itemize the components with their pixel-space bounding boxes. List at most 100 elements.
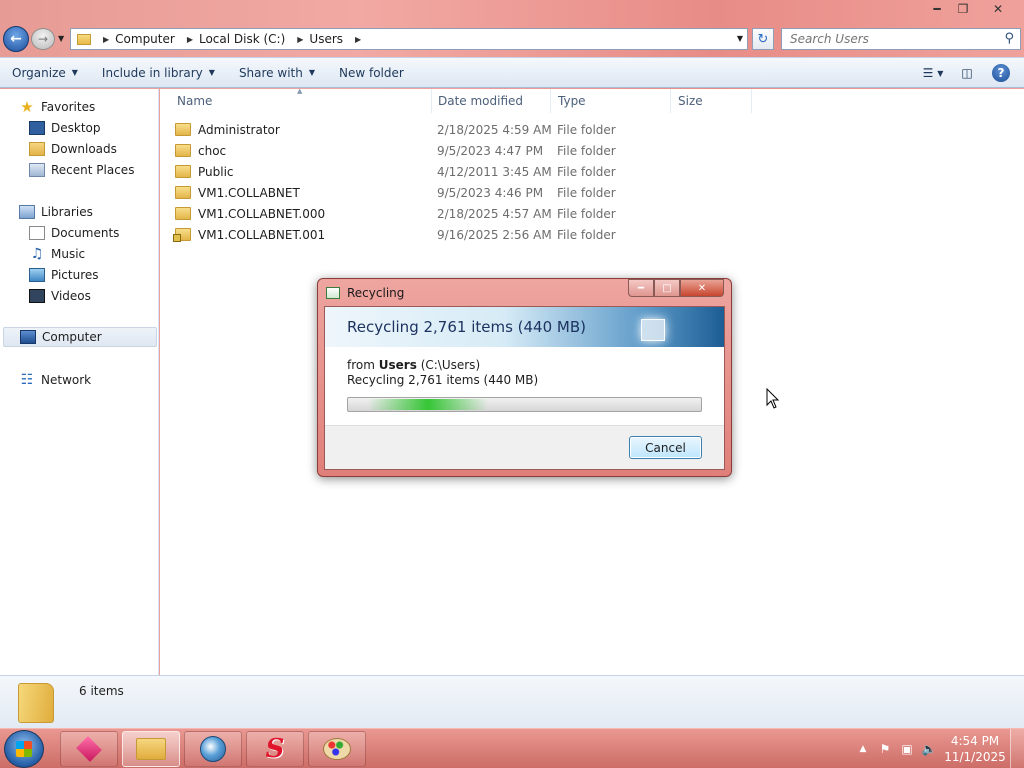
organize-menu[interactable]: Organize ▼ — [0, 58, 90, 87]
command-bar: Organize ▼ Include in library ▼ Share with… — [0, 57, 1024, 88]
music-icon: ♫ — [30, 246, 44, 262]
file-row-public[interactable]: Public 4/12/2011 3:45 AM File folder — [175, 161, 635, 182]
cube-app-icon — [76, 736, 102, 762]
folder-icon — [77, 33, 91, 45]
title-bar[interactable]: ━ ❐ ✕ — [0, 0, 1024, 22]
address-bar[interactable]: ▶ Computer ▶ Local Disk (C:) ▶ Users ▶ ▼ — [70, 28, 748, 50]
new-folder-button[interactable]: New folder — [327, 58, 416, 87]
dialog-title-bar[interactable]: Recycling — [326, 283, 404, 303]
refresh-button[interactable]: ↻ — [752, 28, 774, 50]
computer-icon — [20, 330, 36, 344]
network-icon: ☷ — [20, 372, 34, 388]
taskbar-app-explorer[interactable] — [122, 731, 180, 767]
minimize-button[interactable]: ━ — [924, 0, 950, 18]
recent-pages-dropdown[interactable]: ▼ — [58, 34, 64, 43]
breadcrumb-local-disk[interactable]: Local Disk (C:) — [199, 32, 285, 46]
start-button[interactable] — [4, 730, 44, 768]
nav-videos[interactable]: Videos — [29, 286, 91, 306]
column-header-name[interactable]: Name ▲ — [160, 87, 432, 113]
nav-pictures[interactable]: Pictures — [29, 265, 99, 285]
close-button[interactable]: ✕ — [976, 0, 1020, 18]
view-options-button[interactable]: ☰ ▼ — [922, 63, 944, 83]
folder-icon — [18, 683, 54, 723]
dialog-close-button[interactable]: ✕ — [680, 279, 724, 297]
clock-date: 11/1/2025 — [944, 750, 1006, 764]
breadcrumb-computer[interactable]: Computer — [115, 32, 175, 46]
action-center-icon[interactable]: ⚑ — [874, 742, 896, 756]
nav-computer[interactable]: Computer — [3, 327, 157, 347]
locked-folder-icon — [173, 228, 191, 242]
address-row: ← → ▼ ▶ Computer ▶ Local Disk (C:) ▶ Use… — [0, 24, 1024, 54]
taskbar-app-paint-cube[interactable] — [60, 731, 118, 767]
maximize-button[interactable]: ❐ — [950, 0, 976, 18]
forward-button[interactable]: → — [31, 28, 55, 50]
nav-libraries[interactable]: Libraries — [19, 202, 93, 222]
nav-desktop[interactable]: Desktop — [29, 118, 101, 138]
dialog-minimize-button[interactable]: ━ — [628, 279, 654, 297]
videos-icon — [29, 289, 45, 303]
cancel-button[interactable]: Cancel — [629, 436, 702, 459]
file-row-vm1-collabnet[interactable]: VM1.COLLABNET 9/5/2023 4:46 PM File folder — [175, 182, 635, 203]
details-pane: 6 items — [0, 675, 1024, 728]
chevron-right-icon[interactable]: ▶ — [187, 35, 193, 44]
dialog-footer: Cancel — [325, 425, 724, 469]
nav-documents[interactable]: Documents — [29, 223, 119, 243]
arrow-left-icon: ← — [10, 31, 22, 47]
file-row-vm1-collabnet-001[interactable]: VM1.COLLABNET.001 9/16/2025 2:56 AM File f… — [173, 224, 635, 245]
taskbar-app-browser[interactable] — [184, 731, 242, 767]
dialog-headline: Recycling 2,761 items (440 MB) — [347, 318, 586, 336]
libraries-icon — [19, 205, 35, 219]
file-row-vm1-collabnet-000[interactable]: VM1.COLLABNET.000 2/18/2025 4:57 AM File f… — [175, 203, 635, 224]
folder-icon — [175, 123, 191, 136]
include-in-library-menu[interactable]: Include in library ▼ — [90, 58, 227, 87]
star-icon: ★ — [20, 98, 34, 116]
column-header-size[interactable]: Size — [670, 89, 752, 113]
folder-icon — [175, 165, 191, 178]
column-header-date[interactable]: Date modified — [430, 89, 551, 113]
chevron-down-icon: ▼ — [71, 68, 78, 77]
nav-favorites[interactable]: ★ Favorites — [19, 97, 95, 117]
file-row-choc[interactable]: choc 9/5/2023 4:47 PM File folder — [175, 140, 635, 161]
recycling-dialog: Recycling ━ □ ✕ Recycling 2,761 items (4… — [317, 278, 732, 477]
nav-music[interactable]: ♫ Music — [29, 244, 85, 264]
folder-icon — [175, 186, 191, 199]
clock[interactable]: 4:54 PM 11/1/2025 — [940, 733, 1010, 765]
nav-network[interactable]: ☷ Network — [19, 370, 91, 390]
show-hidden-icons-button[interactable]: ▲ — [852, 744, 874, 754]
windows-logo-icon — [16, 741, 32, 757]
view-controls: ☰ ▼ ◫ ? — [910, 63, 1012, 83]
documents-icon — [29, 226, 45, 240]
nav-downloads[interactable]: Downloads — [29, 139, 117, 159]
volume-muted-icon[interactable]: 🔈 — [918, 742, 940, 756]
chevron-right-icon[interactable]: ▶ — [103, 35, 109, 44]
share-with-menu[interactable]: Share with ▼ — [227, 58, 327, 87]
chevron-down-icon: ▼ — [308, 68, 315, 77]
back-button[interactable]: ← — [3, 26, 29, 52]
chevron-down-icon: ▼ — [208, 68, 215, 77]
taskbar-app-s[interactable]: S — [246, 731, 304, 767]
dialog-source: from Users (C:\Users) — [347, 358, 481, 372]
breadcrumb-users[interactable]: Users — [309, 32, 343, 46]
taskbar-app-paint[interactable] — [308, 731, 366, 767]
progress-glow — [368, 399, 488, 410]
file-row-administrator[interactable]: Administrator 2/18/2025 4:59 AM File folde… — [175, 119, 635, 140]
nav-recent-places[interactable]: Recent Places — [29, 160, 134, 180]
sort-ascending-icon: ▲ — [297, 87, 303, 95]
search-input[interactable] — [790, 32, 990, 46]
show-desktop-button[interactable] — [1010, 729, 1024, 768]
preview-pane-button[interactable]: ◫ — [956, 63, 978, 83]
search-icon[interactable]: ⚲ — [1004, 31, 1014, 46]
dialog-maximize-button[interactable]: □ — [654, 279, 680, 297]
search-box[interactable]: ⚲ — [781, 28, 1021, 50]
address-history-dropdown[interactable]: ▼ — [737, 34, 743, 43]
help-button[interactable]: ? — [990, 63, 1012, 83]
help-icon: ? — [992, 64, 1010, 82]
network-status-icon[interactable]: ▣ — [896, 742, 918, 756]
column-header-type[interactable]: Type — [550, 89, 671, 113]
chevron-right-icon[interactable]: ▶ — [355, 35, 361, 44]
dialog-window-controls: ━ □ ✕ — [628, 279, 724, 297]
details-view-icon: ☰ — [922, 66, 934, 80]
recent-places-icon — [29, 163, 45, 177]
downloads-icon — [29, 142, 45, 156]
chevron-right-icon[interactable]: ▶ — [297, 35, 303, 44]
